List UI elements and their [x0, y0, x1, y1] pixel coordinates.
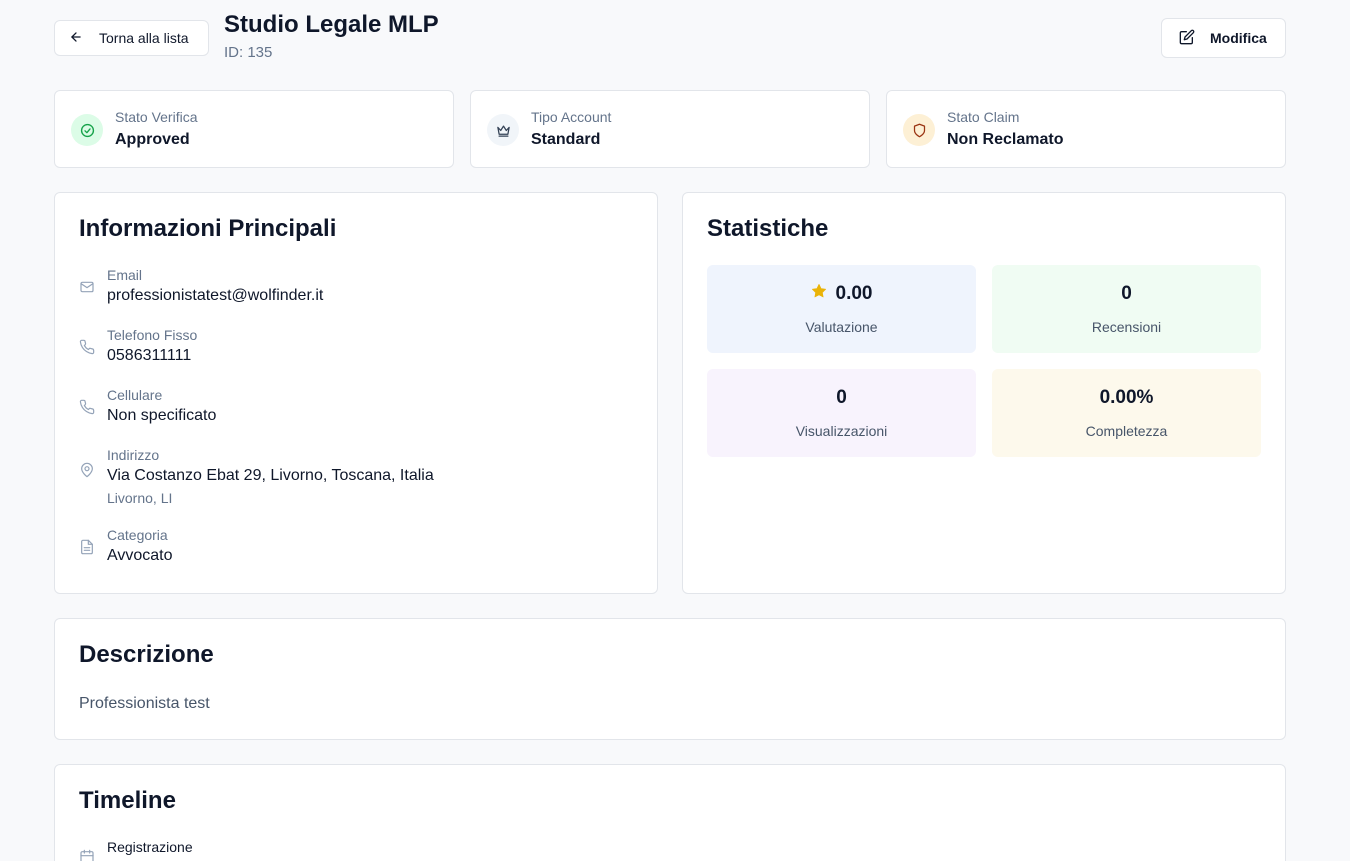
star-icon — [811, 283, 827, 305]
rating-stat: 0.00 Valutazione — [707, 265, 976, 353]
claim-status-card: Stato Claim Non Reclamato — [886, 90, 1286, 168]
completeness-stat: 0.00% Completezza — [992, 369, 1261, 457]
email-label: Email — [107, 267, 143, 283]
status-card-value: Non Reclamato — [947, 131, 1064, 148]
views-value: 0 — [836, 387, 847, 408]
page-header: Torna alla lista Studio Legale MLP ID: 1… — [54, 0, 1286, 90]
reviews-label: Recensioni — [1091, 319, 1162, 335]
professional-detail-page: Torna alla lista Studio Legale MLP ID: 1… — [54, 0, 1286, 861]
main-info-panel: Informazioni Principali Email profession… — [54, 192, 658, 594]
category-label: Categoria — [107, 527, 168, 543]
views-stat: 0 Visualizzazioni — [707, 369, 976, 457]
page-title: Studio Legale MLP — [224, 11, 439, 38]
edit-button[interactable]: Modifica — [1161, 18, 1286, 58]
category-value: Avvocato — [107, 547, 173, 564]
back-button-label: Torna alla lista — [99, 30, 189, 46]
main-info-title: Informazioni Principali — [79, 215, 337, 242]
map-pin-icon — [79, 462, 95, 478]
email-value: professionistatest@wolfinder.it — [107, 287, 324, 304]
status-card-label: Tipo Account — [531, 109, 612, 125]
phone-icon — [79, 339, 95, 355]
shield-icon — [903, 114, 935, 146]
mail-icon — [79, 279, 95, 295]
rating-value: 0.00 — [835, 283, 873, 304]
account-type-card: Tipo Account Standard — [470, 90, 870, 168]
description-panel: Descrizione Professionista test — [54, 618, 1286, 740]
completeness-label: Completezza — [1085, 423, 1168, 439]
reviews-stat: 0 Recensioni — [992, 265, 1261, 353]
arrow-left-icon — [69, 30, 83, 47]
timeline-item-label: Registrazione — [107, 839, 193, 855]
status-card-label: Stato Verifica — [115, 109, 198, 125]
record-id: ID: 135 — [224, 44, 273, 61]
back-to-list-button[interactable]: Torna alla lista — [54, 20, 209, 56]
address-value: Via Costanzo Ebat 29, Livorno, Toscana, … — [107, 467, 434, 484]
reviews-value: 0 — [1121, 283, 1132, 304]
rating-label: Valutazione — [805, 319, 878, 335]
timeline-panel: Timeline Registrazione — [54, 764, 1286, 861]
completeness-value: 0.00% — [1099, 387, 1154, 408]
phone-value: 0586311111 — [107, 347, 192, 364]
check-circle-icon — [71, 114, 103, 146]
address-label: Indirizzo — [107, 447, 160, 463]
calendar-icon — [79, 849, 95, 861]
edit-button-label: Modifica — [1210, 30, 1267, 46]
address-city: Livorno, LI — [107, 490, 173, 506]
stats-title: Statistiche — [707, 215, 829, 242]
timeline-title: Timeline — [79, 787, 176, 814]
description-text: Professionista test — [79, 695, 210, 712]
status-card-label: Stato Claim — [947, 109, 1020, 125]
views-label: Visualizzazioni — [795, 423, 888, 439]
verification-status-card: Stato Verifica Approved — [54, 90, 454, 168]
status-cards: Stato Verifica Approved Tipo Account Sta… — [54, 90, 1286, 168]
crown-icon — [487, 114, 519, 146]
title-block: Studio Legale MLP ID: 135 — [224, 10, 439, 61]
file-text-icon — [79, 539, 95, 555]
mobile-value: Non specificato — [107, 407, 217, 424]
mobile-label: Cellulare — [107, 387, 163, 403]
phone-label: Telefono Fisso — [107, 327, 198, 343]
status-card-value: Standard — [531, 131, 601, 148]
edit-icon — [1179, 29, 1195, 48]
phone-icon — [79, 399, 95, 415]
stats-panel: Statistiche 0.00 Valutazione 0 Recension… — [682, 192, 1286, 594]
description-title: Descrizione — [79, 641, 214, 668]
status-card-value: Approved — [115, 131, 190, 148]
